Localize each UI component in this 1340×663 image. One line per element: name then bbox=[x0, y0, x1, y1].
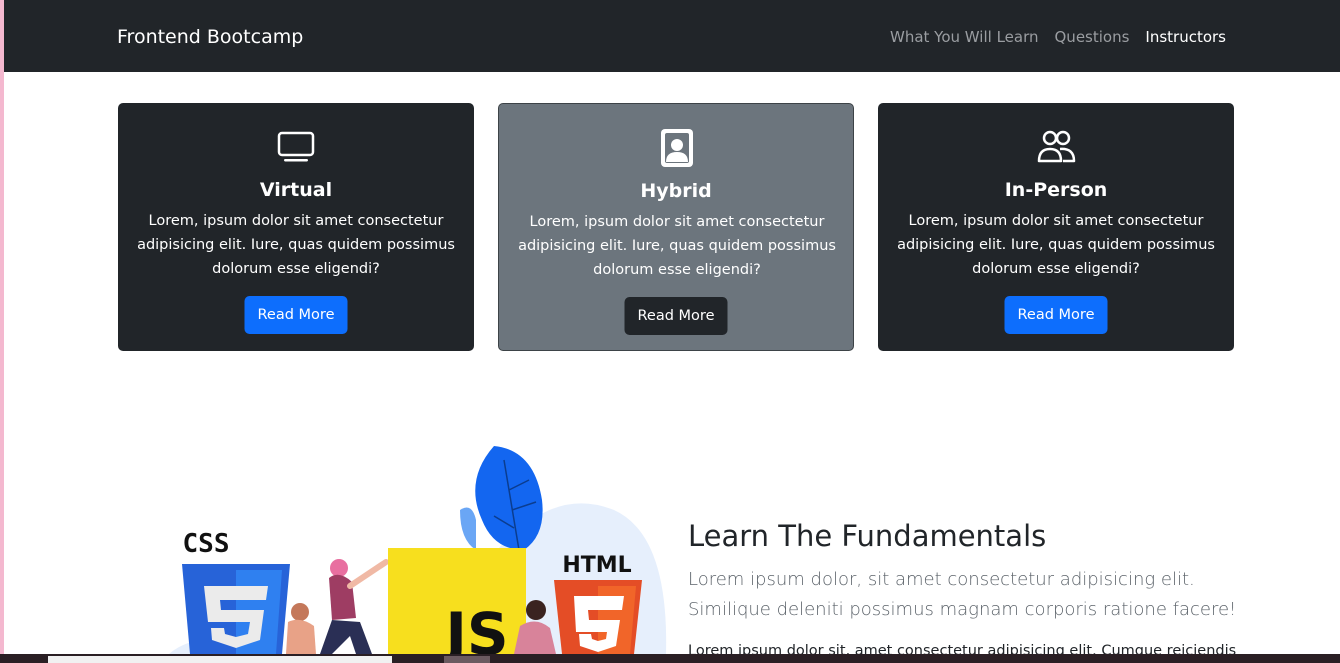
page: Frontend Bootcamp What You Will Learn Qu… bbox=[4, 0, 1340, 654]
navbar: Frontend Bootcamp What You Will Learn Qu… bbox=[4, 0, 1340, 72]
read-more-button[interactable]: Read More bbox=[1004, 296, 1108, 334]
card-in-person: In-Person Lorem, ipsum dolor sit amet co… bbox=[878, 103, 1234, 351]
nav-links: What You Will Learn Questions Instructor… bbox=[890, 27, 1226, 47]
taskbar-segment bbox=[444, 656, 490, 663]
read-more-button[interactable]: Read More bbox=[244, 296, 348, 334]
people-icon bbox=[1037, 130, 1076, 163]
nav-link-instructors[interactable]: Instructors bbox=[1145, 27, 1226, 47]
brand-link[interactable]: Frontend Bootcamp bbox=[117, 25, 303, 49]
js-label: JS bbox=[441, 600, 508, 654]
card-title: In-Person bbox=[1004, 179, 1108, 201]
nav-link-what-you-will-learn[interactable]: What You Will Learn bbox=[890, 27, 1039, 47]
taskbar bbox=[0, 654, 1340, 663]
card-virtual: Virtual Lorem, ipsum dolor sit amet cons… bbox=[118, 103, 474, 351]
card-text: Lorem, ipsum dolor sit amet consectetur … bbox=[897, 213, 1215, 277]
section-paragraph: Lorem ipsum dolor sit, amet consectetur … bbox=[688, 643, 1237, 654]
card-text: Lorem, ipsum dolor sit amet consectetur … bbox=[518, 214, 836, 278]
read-more-button[interactable]: Read More bbox=[624, 297, 728, 335]
css-label: CSS bbox=[183, 529, 230, 559]
card-text: Lorem, ipsum dolor sit amet consectetur … bbox=[137, 213, 455, 277]
laptop-icon bbox=[277, 131, 315, 162]
taskbar-segment bbox=[48, 656, 392, 663]
person-badge-icon bbox=[661, 129, 693, 167]
card-title: Hybrid bbox=[640, 180, 712, 202]
card-title: Virtual bbox=[259, 179, 333, 201]
html-label: HTML bbox=[562, 553, 631, 578]
nav-link-questions[interactable]: Questions bbox=[1055, 27, 1130, 47]
card-hybrid: Hybrid Lorem, ipsum dolor sit amet conse… bbox=[498, 103, 854, 351]
fundamentals-illustration: CSS JS HTML bbox=[169, 446, 667, 654]
section-title: Learn The Fundamentals bbox=[688, 519, 1047, 553]
section-lead: Lorem ipsum dolor, sit amet consectetur … bbox=[688, 569, 1237, 620]
